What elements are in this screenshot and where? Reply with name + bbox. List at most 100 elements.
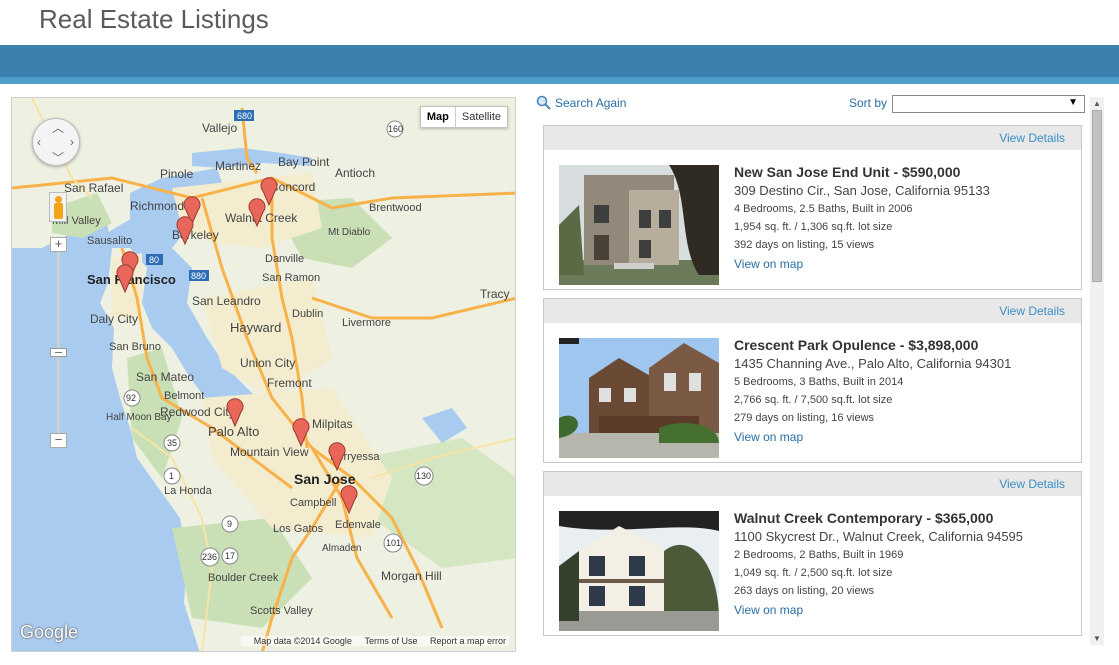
highway-shield: 160 [388, 124, 403, 134]
map-label: Vallejo [202, 121, 237, 135]
listing-info: New San Jose End Unit - $590,000 309 Des… [734, 164, 990, 271]
listing-beds-baths: 5 Bedrooms, 3 Baths, Built in 2014 [734, 376, 904, 388]
view-details-link[interactable]: View Details [999, 477, 1065, 491]
map-pin[interactable] [327, 441, 347, 471]
map-label: Mt Diablo [328, 227, 371, 238]
street-view-pegman-icon[interactable] [49, 192, 67, 222]
map-label: Brentwood [369, 202, 422, 214]
listing-title[interactable]: Walnut Creek Contemporary - $365,000 [734, 510, 1023, 526]
map-label: Milpitas [312, 417, 353, 431]
map-attribution: Map data ©2014 Google Terms of Use Repor… [240, 636, 509, 646]
map-label: San Rafael [64, 181, 123, 195]
highway-shield: 680 [237, 111, 252, 121]
map-pin[interactable] [225, 397, 245, 427]
map-label: Almaden [322, 543, 361, 554]
map-label: Edenvale [335, 519, 381, 531]
view-on-map-link[interactable]: View on map [734, 430, 1011, 444]
zoom-slider-handle[interactable] [50, 348, 67, 357]
map-pin[interactable] [247, 197, 267, 227]
view-details-link[interactable]: View Details [999, 131, 1065, 145]
listing-photo[interactable] [559, 165, 719, 285]
zoom-in-button[interactable]: + [50, 237, 67, 252]
search-again-link[interactable]: Search Again [536, 95, 626, 110]
map-label: San Bruno [109, 341, 161, 353]
map-label: Mountain View [230, 445, 309, 459]
listing-card-header: View Details [544, 126, 1081, 150]
map-type-satellite-button[interactable]: Satellite [456, 107, 507, 127]
listing-beds-baths: 2 Bedrooms, 2 Baths, Built in 1969 [734, 549, 904, 561]
scrollbar-thumb[interactable] [1092, 110, 1102, 282]
pan-control[interactable]: ︿ ﹀ ‹ › [32, 118, 80, 166]
map-label: Pinole [160, 167, 194, 181]
highway-shield: 880 [191, 271, 206, 281]
zoom-out-button[interactable]: − [50, 433, 67, 448]
map-label: Boulder Creek [208, 572, 279, 584]
listing-card: View Details Crescent Park Opulence - $3… [543, 298, 1082, 463]
map-label: Dublin [292, 308, 323, 320]
listing-title[interactable]: Crescent Park Opulence - $3,898,000 [734, 337, 1011, 353]
scroll-up-icon[interactable]: ▲ [1093, 99, 1101, 108]
pan-left-icon[interactable]: ‹ [37, 136, 41, 148]
listing-address: 1435 Channing Ave., Palo Alto, Californi… [734, 356, 1012, 371]
map-label: Los Gatos [273, 523, 324, 535]
listing-size: 1,954 sq. ft. / 1,306 sq.ft. lot size [734, 221, 893, 233]
highway-shield: 92 [126, 393, 136, 403]
sort-by-label: Sort by [849, 96, 888, 110]
highway-shield: 9 [227, 519, 232, 529]
search-again-label: Search Again [555, 95, 627, 110]
listing-stats: 263 days on listing, 20 views [734, 585, 875, 597]
map-data-text: Map data ©2014 Google [253, 636, 352, 646]
map-pin[interactable] [339, 484, 359, 514]
map-label: Daly City [90, 312, 138, 326]
listing-card: View Details Walnut Creek Contemporary -… [543, 471, 1082, 636]
highway-shield: 17 [225, 551, 235, 561]
zoom-slider-track[interactable] [57, 248, 60, 443]
header-band [0, 45, 1119, 84]
highway-shield: 35 [167, 438, 177, 448]
map-label: Livermore [342, 317, 391, 329]
terms-of-use-link[interactable]: Terms of Use [364, 636, 417, 646]
highway-shield: 130 [416, 471, 431, 481]
highway-shield: 101 [386, 538, 401, 548]
view-details-link[interactable]: View Details [999, 304, 1065, 318]
listing-size: 1,049 sq. ft. / 2,500 sq.ft. lot size [734, 567, 893, 579]
listing-title[interactable]: New San Jose End Unit - $590,000 [734, 164, 990, 180]
listing-address: 1100 Skycrest Dr., Walnut Creek, Califor… [734, 529, 1024, 544]
highway-shield: 1 [169, 471, 174, 481]
map-label: Belmont [164, 390, 204, 402]
listing-list: View Details New San Jose End Unit - $59… [543, 125, 1082, 644]
highway-shield: 80 [149, 255, 159, 265]
map-pin[interactable] [115, 263, 135, 293]
map-pin[interactable] [291, 417, 311, 447]
map-pin[interactable] [175, 215, 195, 245]
map-label: Bay Point [278, 155, 330, 169]
map-label: San Mateo [136, 370, 194, 384]
map-type-map-button[interactable]: Map [421, 107, 456, 127]
pan-down-icon[interactable]: ﹀ [52, 152, 64, 164]
pan-up-icon[interactable]: ︿ [52, 122, 64, 134]
map-label: Union City [240, 356, 295, 370]
sort-by-select[interactable]: ▼ [892, 95, 1085, 113]
map-label: Redwood City [160, 405, 235, 419]
listings-scrollbar[interactable]: ▲ ▼ [1090, 97, 1104, 645]
map-type-control: Map Satellite [419, 106, 508, 128]
listing-info: Crescent Park Opulence - $3,898,000 1435… [734, 337, 1011, 444]
listing-card: View Details New San Jose End Unit - $59… [543, 125, 1082, 290]
pan-right-icon[interactable]: › [70, 136, 74, 148]
map-label: Morgan Hill [381, 569, 442, 583]
listing-photo[interactable] [559, 338, 719, 458]
map-label: Hayward [230, 320, 281, 335]
map-label: Fremont [267, 376, 312, 390]
view-on-map-link[interactable]: View on map [734, 257, 990, 271]
report-map-error-link[interactable]: Report a map error [430, 636, 506, 646]
map-label: San Ramon [262, 272, 320, 284]
scroll-down-icon[interactable]: ▼ [1093, 634, 1101, 643]
dropdown-arrow-icon: ▼ [1068, 97, 1078, 108]
view-on-map-link[interactable]: View on map [734, 603, 1023, 617]
listing-info: Walnut Creek Contemporary - $365,000 110… [734, 510, 1023, 617]
listing-photo[interactable] [559, 511, 719, 631]
listing-size: 2,766 sq. ft. / 7,500 sq.ft. lot size [734, 394, 893, 406]
map-label: Antioch [335, 166, 375, 180]
map[interactable]: Vallejo Martinez Pinole Concord Antioch … [11, 97, 516, 652]
map-label: Richmond [130, 199, 184, 213]
